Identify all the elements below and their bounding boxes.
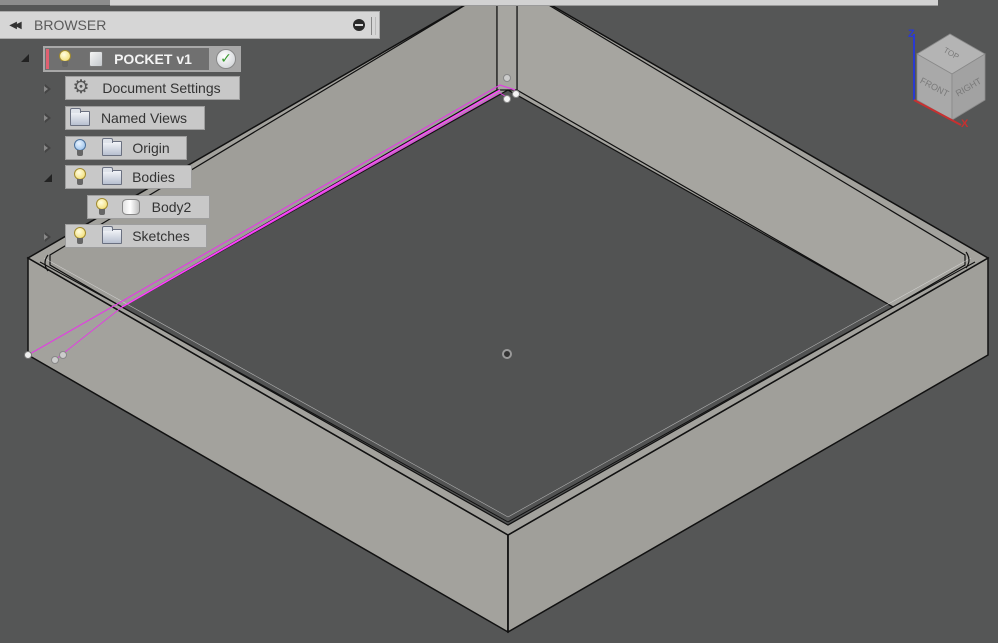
browser-title: BROWSER	[34, 17, 107, 33]
toolbar-strip-left	[0, 0, 110, 5]
expand-named-views-toggle[interactable]	[43, 113, 53, 123]
folder-icon	[102, 166, 122, 185]
lightbulb-icon[interactable]	[59, 50, 71, 68]
root-status[interactable]: ✓	[211, 46, 241, 72]
tree-item-body2[interactable]: Body2	[87, 195, 210, 219]
sketch-point[interactable]	[59, 351, 67, 359]
folder-icon	[102, 137, 122, 156]
z-axis-label: Z	[908, 28, 915, 40]
tree-item-label: Named Views	[100, 110, 188, 126]
gear-icon: ⚙	[72, 77, 90, 98]
tree-root-pocket[interactable]: POCKET v1	[43, 46, 211, 72]
origin-marker	[502, 349, 512, 359]
checkmark-icon: ✓	[216, 49, 236, 69]
expand-document-settings-toggle[interactable]	[43, 84, 53, 94]
tree-item-label: Origin	[132, 140, 170, 156]
tree-item-named-views[interactable]: Named Views	[65, 106, 205, 130]
toolbar-strip[interactable]	[110, 0, 938, 6]
sketch-point[interactable]	[503, 74, 511, 82]
tree-item-label: Document Settings	[102, 80, 221, 96]
tree-item-bodies[interactable]: Bodies	[65, 165, 192, 189]
tree-item-origin[interactable]: Origin	[65, 136, 187, 160]
sketch-point[interactable]	[24, 351, 32, 359]
expand-root-toggle[interactable]	[20, 53, 30, 63]
active-indicator	[46, 49, 49, 69]
sketch-point[interactable]	[503, 95, 511, 103]
tree-item-label: Bodies	[132, 169, 175, 185]
lightbulb-icon[interactable]	[74, 227, 86, 245]
pin-icon[interactable]	[353, 19, 365, 31]
tree-item-document-settings[interactable]: ⚙ Document Settings	[65, 76, 240, 100]
sketch-point[interactable]	[512, 90, 520, 98]
lightbulb-icon[interactable]	[96, 198, 108, 216]
tree-item-label: Body2	[151, 199, 192, 215]
folder-icon	[102, 225, 122, 244]
collapse-panel-icon[interactable]: ◀◀	[2, 20, 26, 31]
collapse-bodies-toggle[interactable]	[43, 173, 53, 183]
browser-panel-header: ◀◀ BROWSER	[0, 11, 380, 39]
tree-root-label: POCKET v1	[114, 51, 192, 67]
component-icon	[89, 51, 103, 67]
viewcube[interactable]: TOP FRONT RIGHT Z X	[905, 28, 995, 128]
folder-icon	[70, 107, 90, 126]
tree-item-label: Sketches	[132, 228, 190, 244]
x-axis-label: X	[961, 118, 969, 128]
sketch-point[interactable]	[51, 356, 59, 364]
expand-sketches-toggle[interactable]	[43, 232, 53, 242]
tree-item-sketches[interactable]: Sketches	[65, 224, 207, 248]
panel-resize-handle[interactable]	[371, 17, 376, 35]
body-icon	[122, 199, 140, 215]
lightbulb-off-icon[interactable]	[74, 139, 86, 157]
lightbulb-icon[interactable]	[74, 168, 86, 186]
expand-origin-toggle[interactable]	[43, 143, 53, 153]
